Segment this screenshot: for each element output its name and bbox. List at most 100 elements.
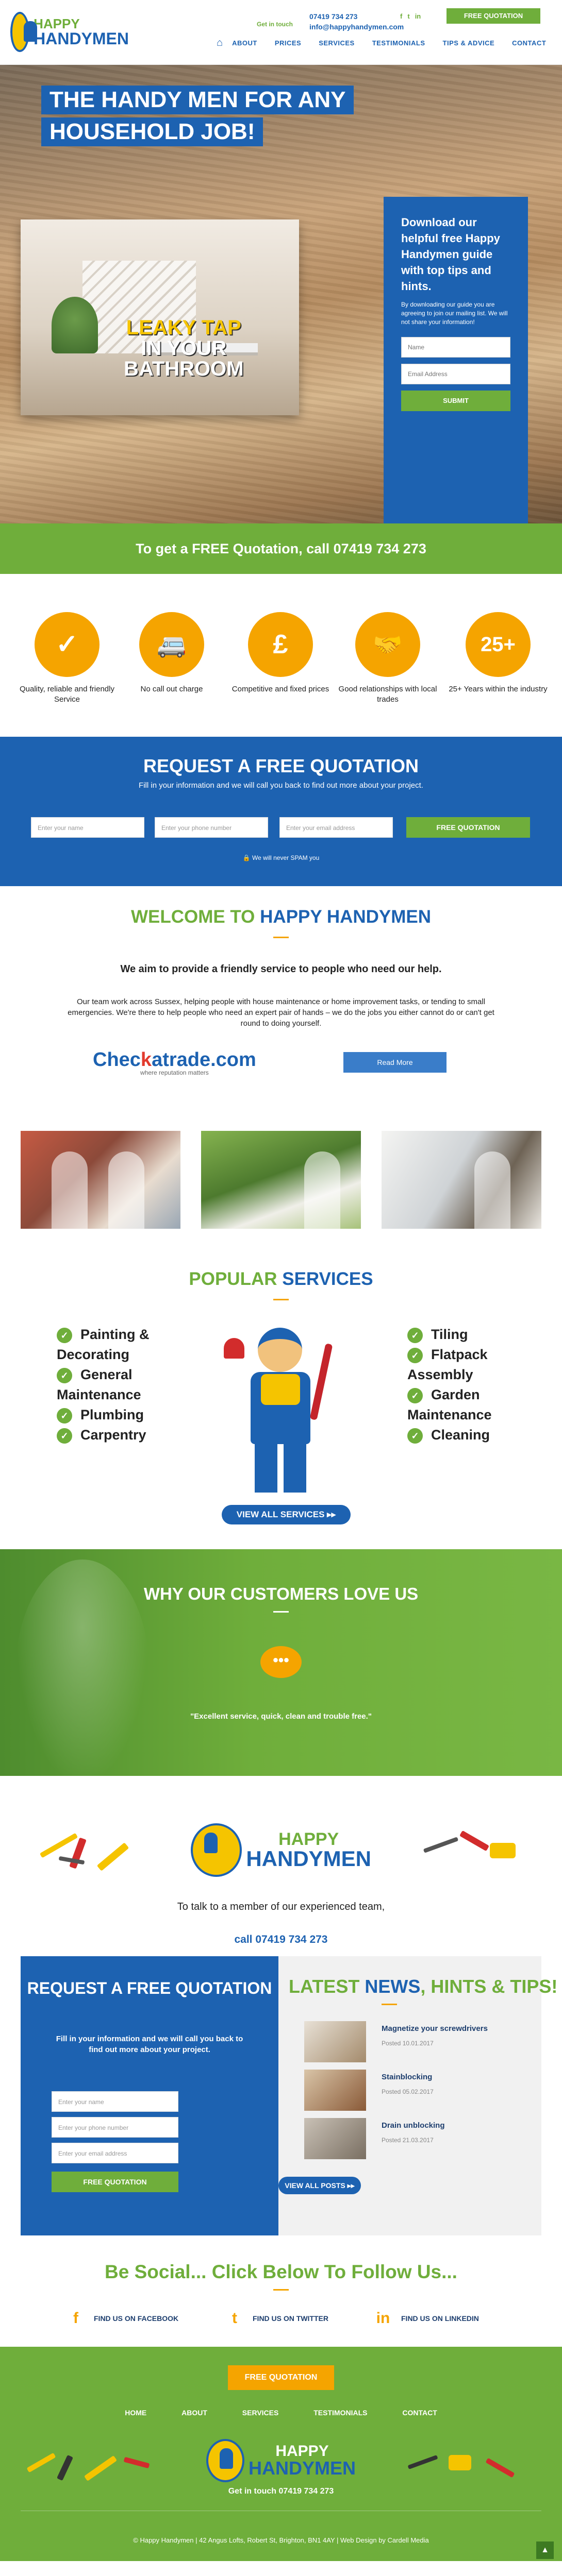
service-item[interactable]: ✓ Cleaning <box>407 1425 536 1445</box>
footer-nav-about[interactable]: ABOUT <box>181 2409 207 2417</box>
home-icon[interactable]: ⌂ <box>217 37 223 49</box>
news-item[interactable]: Magnetize your screwdrivers Posted 10.01… <box>304 2021 500 2062</box>
no-spam-note: 🔒 We will never SPAM you <box>0 854 562 861</box>
quote-form-title: REQUEST A FREE QUOTATION <box>27 1979 272 1997</box>
nav-prices[interactable]: PRICES <box>275 39 301 47</box>
request-name-input[interactable]: Enter your name <box>31 817 144 838</box>
photo-caption: LEAKY TAP IN YOUR BATHROOM <box>124 317 244 379</box>
quote-name-input[interactable]: Enter your name <box>52 2091 178 2112</box>
service-label: Assembly <box>407 1367 473 1382</box>
service-item[interactable]: ✓ Painting & <box>57 1325 186 1344</box>
news-item-title[interactable]: Magnetize your screwdrivers <box>382 2024 488 2033</box>
title-underline <box>273 937 289 938</box>
guide-name-input[interactable] <box>401 337 510 358</box>
news-item[interactable]: Drain unblocking Posted 21.03.2017 <box>304 2118 500 2159</box>
quote-email-input[interactable]: Enter your email address <box>52 2143 178 2163</box>
read-more-button[interactable]: Read More <box>343 1052 447 1073</box>
linkedin-link[interactable]: in FIND US ON LINKEDIN <box>374 2310 479 2327</box>
news-item[interactable]: Stainblocking Posted 05.02.2017 <box>304 2070 500 2111</box>
footer-logo[interactable]: HAPPY HANDYMEN <box>206 2437 356 2484</box>
guide-title: Download our helpful free Happy Handymen… <box>401 216 500 293</box>
feature-quality: ✓ Quality, reliable and friendly Service <box>15 612 119 705</box>
service-item[interactable]: ✓ Carpentry <box>57 1425 186 1445</box>
services-title-part-1: POPULAR <box>189 1269 283 1289</box>
service-item[interactable]: ✓ General <box>57 1365 186 1384</box>
popular-services-section: POPULAR SERVICES ✓ Painting & Decorating … <box>0 1247 562 1549</box>
news-thumbnail <box>304 2070 366 2111</box>
nav-testimonials[interactable]: TESTIMONIALS <box>372 39 425 47</box>
twitter-icon[interactable]: t <box>407 12 409 20</box>
twitter-link[interactable]: t FIND US ON TWITTER <box>226 2310 328 2327</box>
guide-submit-button[interactable]: SUBMIT <box>401 391 510 411</box>
news-item-title[interactable]: Drain unblocking <box>382 2121 445 2130</box>
footer-nav-contact[interactable]: CONTACT <box>402 2409 437 2417</box>
facebook-icon[interactable]: f <box>400 12 402 20</box>
nav-contact[interactable]: CONTACT <box>512 39 546 47</box>
view-all-posts-button[interactable]: VIEW ALL POSTS ▸▸ <box>278 2177 361 2194</box>
service-item[interactable]: ✓ Tiling <box>407 1325 536 1344</box>
nav-tips-advice[interactable]: TIPS & ADVICE <box>443 39 495 47</box>
facebook-icon: f <box>73 2310 78 2327</box>
nav-services[interactable]: SERVICES <box>319 39 355 47</box>
tools-illustration <box>412 1822 526 1879</box>
header-phone-link[interactable]: 07419 734 273 <box>309 11 404 22</box>
check-circle-icon: ✓ <box>407 1428 423 1444</box>
services-title-part-2: SERVICES <box>282 1269 373 1289</box>
footer-nav-home[interactable]: HOME <box>125 2409 146 2417</box>
request-phone-input[interactable]: Enter your phone number <box>155 817 268 838</box>
back-to-top-button[interactable]: ▲ <box>536 2541 554 2559</box>
footer-nav-services[interactable]: SERVICES <box>242 2409 279 2417</box>
social-section: Be Social... Click Below To Follow Us...… <box>0 2235 562 2347</box>
service-label: Maintenance <box>407 1407 492 1422</box>
footer-nav: HOME ABOUT SERVICES TESTIMONIALS CONTACT <box>0 2409 562 2417</box>
news-item-title[interactable]: Stainblocking <box>382 2073 432 2081</box>
service-label: Garden <box>431 1387 480 1402</box>
checkatrade-logo[interactable]: Checkatrade.com where reputation matters <box>93 1049 256 1076</box>
request-quote-button[interactable]: FREE QUOTATION <box>406 817 530 838</box>
logo[interactable]: HAPPY HANDYMEN <box>10 6 129 58</box>
service-item: Assembly <box>407 1365 536 1384</box>
quote-form-button[interactable]: FREE QUOTATION <box>52 2172 178 2192</box>
news-item-date: Posted 21.03.2017 <box>382 2137 434 2144</box>
level-icon <box>96 1842 129 1871</box>
footer-nav-testimonials[interactable]: TESTIMONIALS <box>313 2409 367 2417</box>
title-underline <box>273 1611 289 1613</box>
service-item[interactable]: ✓ Garden <box>407 1385 536 1404</box>
logo-text-handymen: HANDYMEN <box>248 2458 356 2479</box>
pliers-icon <box>423 1837 459 1853</box>
checkatrade-text-1: Chec <box>93 1049 141 1071</box>
request-email-input[interactable]: Enter your email address <box>279 817 393 838</box>
figure <box>474 1151 510 1229</box>
facebook-link[interactable]: f FIND US ON FACEBOOK <box>67 2310 178 2327</box>
handyman-mascot-icon <box>191 1823 242 1877</box>
brand-phone-link[interactable]: call 07419 734 273 <box>0 1934 562 1946</box>
linkedin-icon[interactable]: in <box>415 12 421 20</box>
hero-title: THE HANDY MEN FOR ANY HOUSEHOLD JOB! <box>41 86 361 149</box>
logo-text-happy: HAPPY <box>34 16 80 31</box>
service-item[interactable]: ✓ Plumbing <box>57 1405 186 1425</box>
service-label: Tiling <box>431 1327 468 1342</box>
testimonials-section: WHY OUR CUSTOMERS LOVE US ••• "Excellent… <box>0 1549 562 1776</box>
hammer-icon <box>26 2452 56 2473</box>
guide-email-input[interactable] <box>401 364 510 384</box>
footer-tools-illustration <box>397 2445 541 2491</box>
quote-phone-input[interactable]: Enter your phone number <box>52 2117 178 2138</box>
service-item[interactable]: ✓ Flatpack <box>407 1345 536 1364</box>
news-title-part-1: LATEST <box>289 1976 365 1997</box>
main-nav: ⌂ ABOUT PRICES SERVICES TESTIMONIALS TIP… <box>217 37 546 49</box>
view-all-services-button[interactable]: VIEW ALL SERVICES ▸▸ <box>222 1505 351 1524</box>
mascot-shirt <box>261 1374 300 1405</box>
caption-leaky-tap: LEAKY TAP <box>126 316 241 339</box>
nav-about[interactable]: ABOUT <box>232 39 257 47</box>
feature-text: Competitive and fixed prices <box>232 685 329 693</box>
news-item-date: Posted 10.01.2017 <box>382 2040 434 2047</box>
hero-title-line-2: HOUSEHOLD JOB! <box>41 117 263 146</box>
level-icon <box>84 2455 118 2481</box>
header-email-link[interactable]: info@happyhandymen.com <box>309 22 404 32</box>
service-label: Painting & <box>80 1327 150 1342</box>
linkedin-link-label: FIND US ON LINKEDIN <box>401 2314 479 2323</box>
facebook-link-label: FIND US ON FACEBOOK <box>94 2314 179 2323</box>
free-quotation-button[interactable]: FREE QUOTATION <box>447 8 540 24</box>
screwdriver-icon <box>69 1837 87 1869</box>
footer-free-quotation-button[interactable]: FREE QUOTATION <box>228 2365 334 2390</box>
